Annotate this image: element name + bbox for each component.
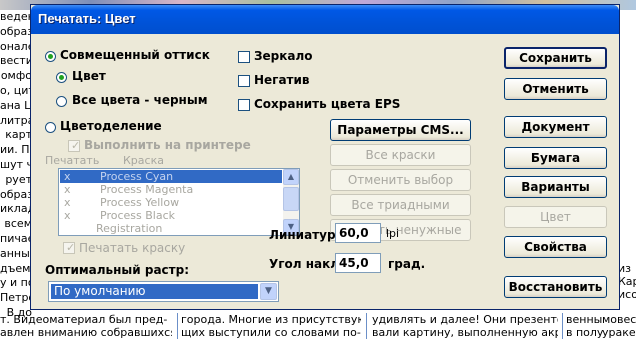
- background-text-col-2: города. Многие из присутствую-щих выступ…: [181, 313, 361, 339]
- all-black-label[interactable]: Все цвета - черным: [72, 93, 208, 107]
- list-header-print: Печатать: [45, 154, 100, 167]
- background-text-col-4: венны в полу: [566, 313, 604, 339]
- separations-radio[interactable]: [45, 122, 56, 133]
- background-text-line: литра: [0, 113, 35, 127]
- background-text-col-1: т. Видеоматериал был пред-авлен вниманию…: [0, 313, 172, 339]
- print-color-checkbox[interactable]: ✓: [63, 241, 75, 254]
- list-item-mark: x: [64, 196, 71, 209]
- deselect-button[interactable]: Отменить выбор: [330, 169, 471, 191]
- background-text-line: Петро: [0, 291, 36, 305]
- chevron-down-icon[interactable]: ▼: [260, 283, 277, 300]
- composite-label[interactable]: Совмещенный оттиск: [60, 48, 210, 62]
- background-rule: [562, 313, 563, 339]
- scroll-up-arrow-icon[interactable]: ▲: [283, 169, 299, 185]
- screen-select[interactable]: По умолчанию ▼: [48, 281, 279, 302]
- dialog-title: Печатать: Цвет: [38, 11, 136, 26]
- background-text-line: дъем!: [0, 261, 35, 275]
- background-text-line: образ: [0, 187, 34, 201]
- background-text-line: пичает: [0, 231, 41, 245]
- background-text-line: онале: [0, 39, 35, 53]
- background-text-line: всем: [4, 217, 32, 231]
- print-color-label[interactable]: Печатать краску: [79, 241, 185, 255]
- screen-label: Оптимальный растр:: [45, 263, 190, 277]
- save-eps-checkbox[interactable]: [238, 99, 250, 111]
- paper-button[interactable]: Бумага: [504, 147, 607, 169]
- background-text-line: образ: [0, 24, 34, 38]
- list-item[interactable]: x Process Magenta: [60, 183, 282, 196]
- background-text-line: омфо: [0, 69, 32, 83]
- background-text-line: ии. По: [0, 143, 37, 157]
- angle-input[interactable]: 45,0: [335, 253, 381, 273]
- negative-checkbox[interactable]: [238, 75, 250, 87]
- list-item[interactable]: x Process Yellow: [60, 196, 282, 209]
- inks-listbox[interactable]: x Process Cyan x Process Magenta x Proce…: [58, 168, 300, 236]
- list-item-name: Process Black: [100, 209, 175, 222]
- all-inks-button[interactable]: Все краски: [330, 144, 471, 166]
- background-text-line: карт: [5, 128, 32, 142]
- background-text-line: вести: [0, 54, 33, 68]
- angle-unit: град.: [388, 257, 426, 271]
- list-item[interactable]: x Process Black: [60, 209, 282, 222]
- print-on-printer-label[interactable]: Выполнить на принтере: [84, 138, 251, 152]
- color-label[interactable]: Цвет: [72, 69, 106, 83]
- background-bottom-text: т. Видеоматериал был пред-авлен вниманию…: [0, 313, 636, 339]
- color-radio[interactable]: [56, 72, 67, 83]
- list-item-name: Process Magenta: [100, 183, 194, 196]
- lineature-input[interactable]: 60,0: [335, 223, 381, 243]
- separations-label[interactable]: Цветоделение: [60, 119, 162, 133]
- list-item-mark: x: [64, 170, 71, 183]
- background-text-line: иклад: [0, 202, 36, 216]
- background-rule: [177, 313, 178, 339]
- screen-select-value: По умолчанию: [51, 284, 258, 299]
- save-eps-label[interactable]: Сохранить цвета EPS: [254, 97, 400, 111]
- print-on-printer-checkbox[interactable]: ✓: [68, 139, 80, 152]
- list-item[interactable]: Registration: [60, 222, 282, 235]
- list-item-mark: x: [64, 183, 71, 196]
- variants-button[interactable]: Варианты: [504, 176, 607, 198]
- cms-settings-button[interactable]: Параметры CMS...: [330, 119, 471, 141]
- mirror-checkbox[interactable]: [238, 51, 250, 63]
- restore-button[interactable]: Восстановить: [504, 276, 607, 298]
- print-color-dialog: Печатать: Цвет Совмещенный оттиск Цвет В…: [30, 4, 620, 310]
- background-left-text: ведени образ онале вести омфо о, цит ана Цлитр…: [0, 10, 42, 319]
- list-item-name: Process Yellow: [100, 196, 180, 209]
- background-text-line: ведени: [0, 10, 42, 23]
- all-black-radio[interactable]: [56, 96, 67, 107]
- background-text-line: анных: [0, 246, 37, 260]
- color-button[interactable]: Цвет: [504, 206, 607, 228]
- properties-button[interactable]: Свойства: [504, 236, 607, 258]
- background-right-text: изКарисо: [618, 262, 636, 301]
- lineature-unit: lpi: [386, 227, 400, 240]
- mirror-label[interactable]: Зеркало: [254, 49, 313, 63]
- composite-radio[interactable]: [45, 51, 56, 62]
- list-scrollbar[interactable]: ▲ ▼: [283, 169, 299, 235]
- background-text-line: ана Ц: [0, 98, 33, 112]
- document-button[interactable]: Документ: [504, 116, 607, 138]
- list-item-name: Registration: [96, 222, 163, 235]
- title-bar[interactable]: Печатать: Цвет: [31, 5, 619, 34]
- background-text-col-5: мовес ураке: [602, 313, 636, 339]
- list-item[interactable]: x Process Cyan: [60, 170, 282, 183]
- all-triads-button[interactable]: Все триадными: [330, 194, 471, 216]
- list-item-name: Process Cyan: [100, 170, 174, 183]
- background-text-line: рует: [5, 172, 32, 186]
- negative-label[interactable]: Негатив: [254, 73, 310, 87]
- list-header-ink: Краска: [123, 154, 164, 167]
- background-text-line: шут ч: [0, 157, 33, 171]
- scroll-thumb[interactable]: [283, 187, 299, 211]
- list-item-mark: x: [64, 209, 71, 222]
- background-text-line: Кар: [618, 275, 636, 288]
- background-text-col-3: удивлять и далее! Они презенто-вали карт…: [372, 313, 558, 339]
- background-text-line: у и по: [0, 276, 35, 290]
- background-text-line: из: [618, 262, 631, 275]
- background-text-line: о, цит: [0, 83, 35, 97]
- background-rule: [366, 313, 367, 339]
- cancel-button[interactable]: Отменить: [504, 78, 607, 100]
- background-text-line: исо: [618, 288, 636, 301]
- save-button[interactable]: Сохранить: [504, 47, 607, 69]
